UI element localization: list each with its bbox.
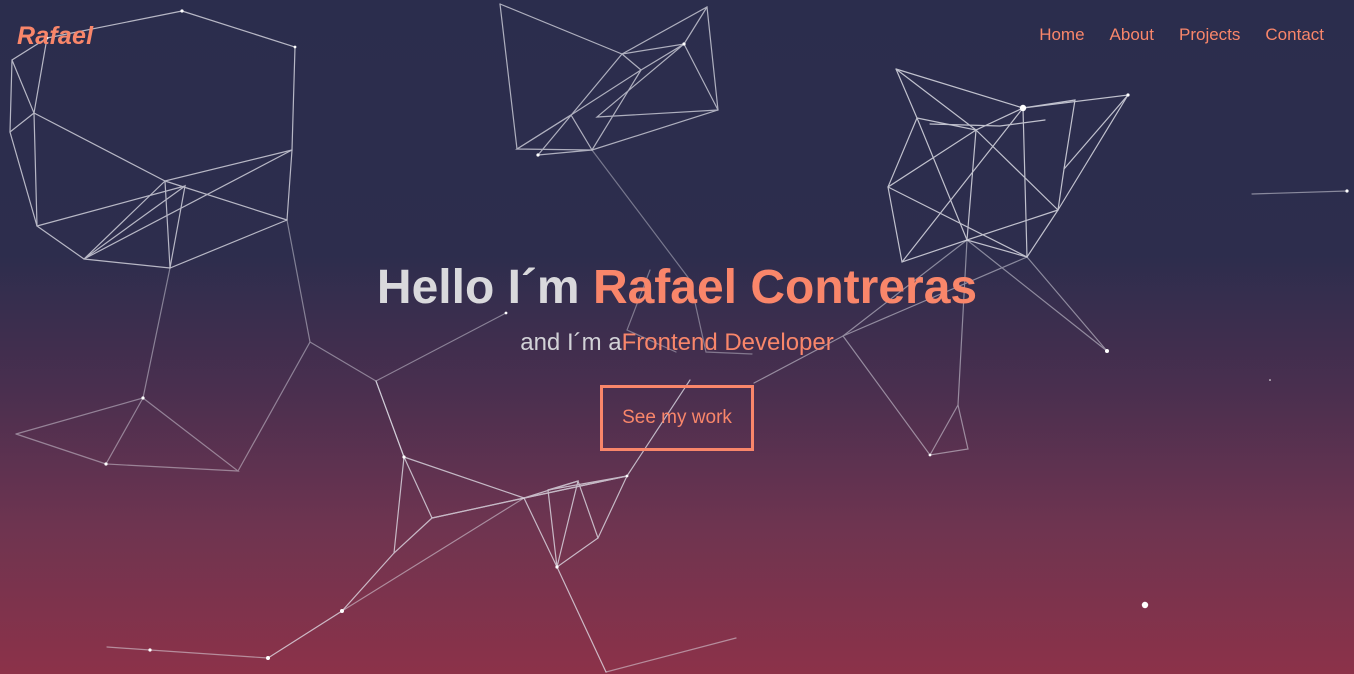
hero-name: Rafael Contreras <box>592 261 978 314</box>
main-navigation: Home About Projects Contact <box>1039 25 1324 45</box>
hero-greeting: Hello I´m <box>376 261 593 314</box>
hero-subtitle: and I´m aFrontend Developer <box>0 328 1354 358</box>
hero-section: Hello I´m Rafael Contreras and I´m aFron… <box>0 258 1354 451</box>
site-logo[interactable]: Rafael <box>17 22 93 51</box>
nav-projects-link[interactable]: Projects <box>1179 25 1240 45</box>
hero-heading: Hello I´m Rafael Contreras <box>0 258 1354 318</box>
nav-about-link[interactable]: About <box>1110 25 1154 45</box>
hero-role: Frontend Developer <box>621 329 834 356</box>
nav-home-link[interactable]: Home <box>1039 25 1084 45</box>
nav-contact-link[interactable]: Contact <box>1265 25 1324 45</box>
hero-subtitle-prefix: and I´m a <box>520 329 622 356</box>
see-my-work-button[interactable]: See my work <box>600 385 754 451</box>
